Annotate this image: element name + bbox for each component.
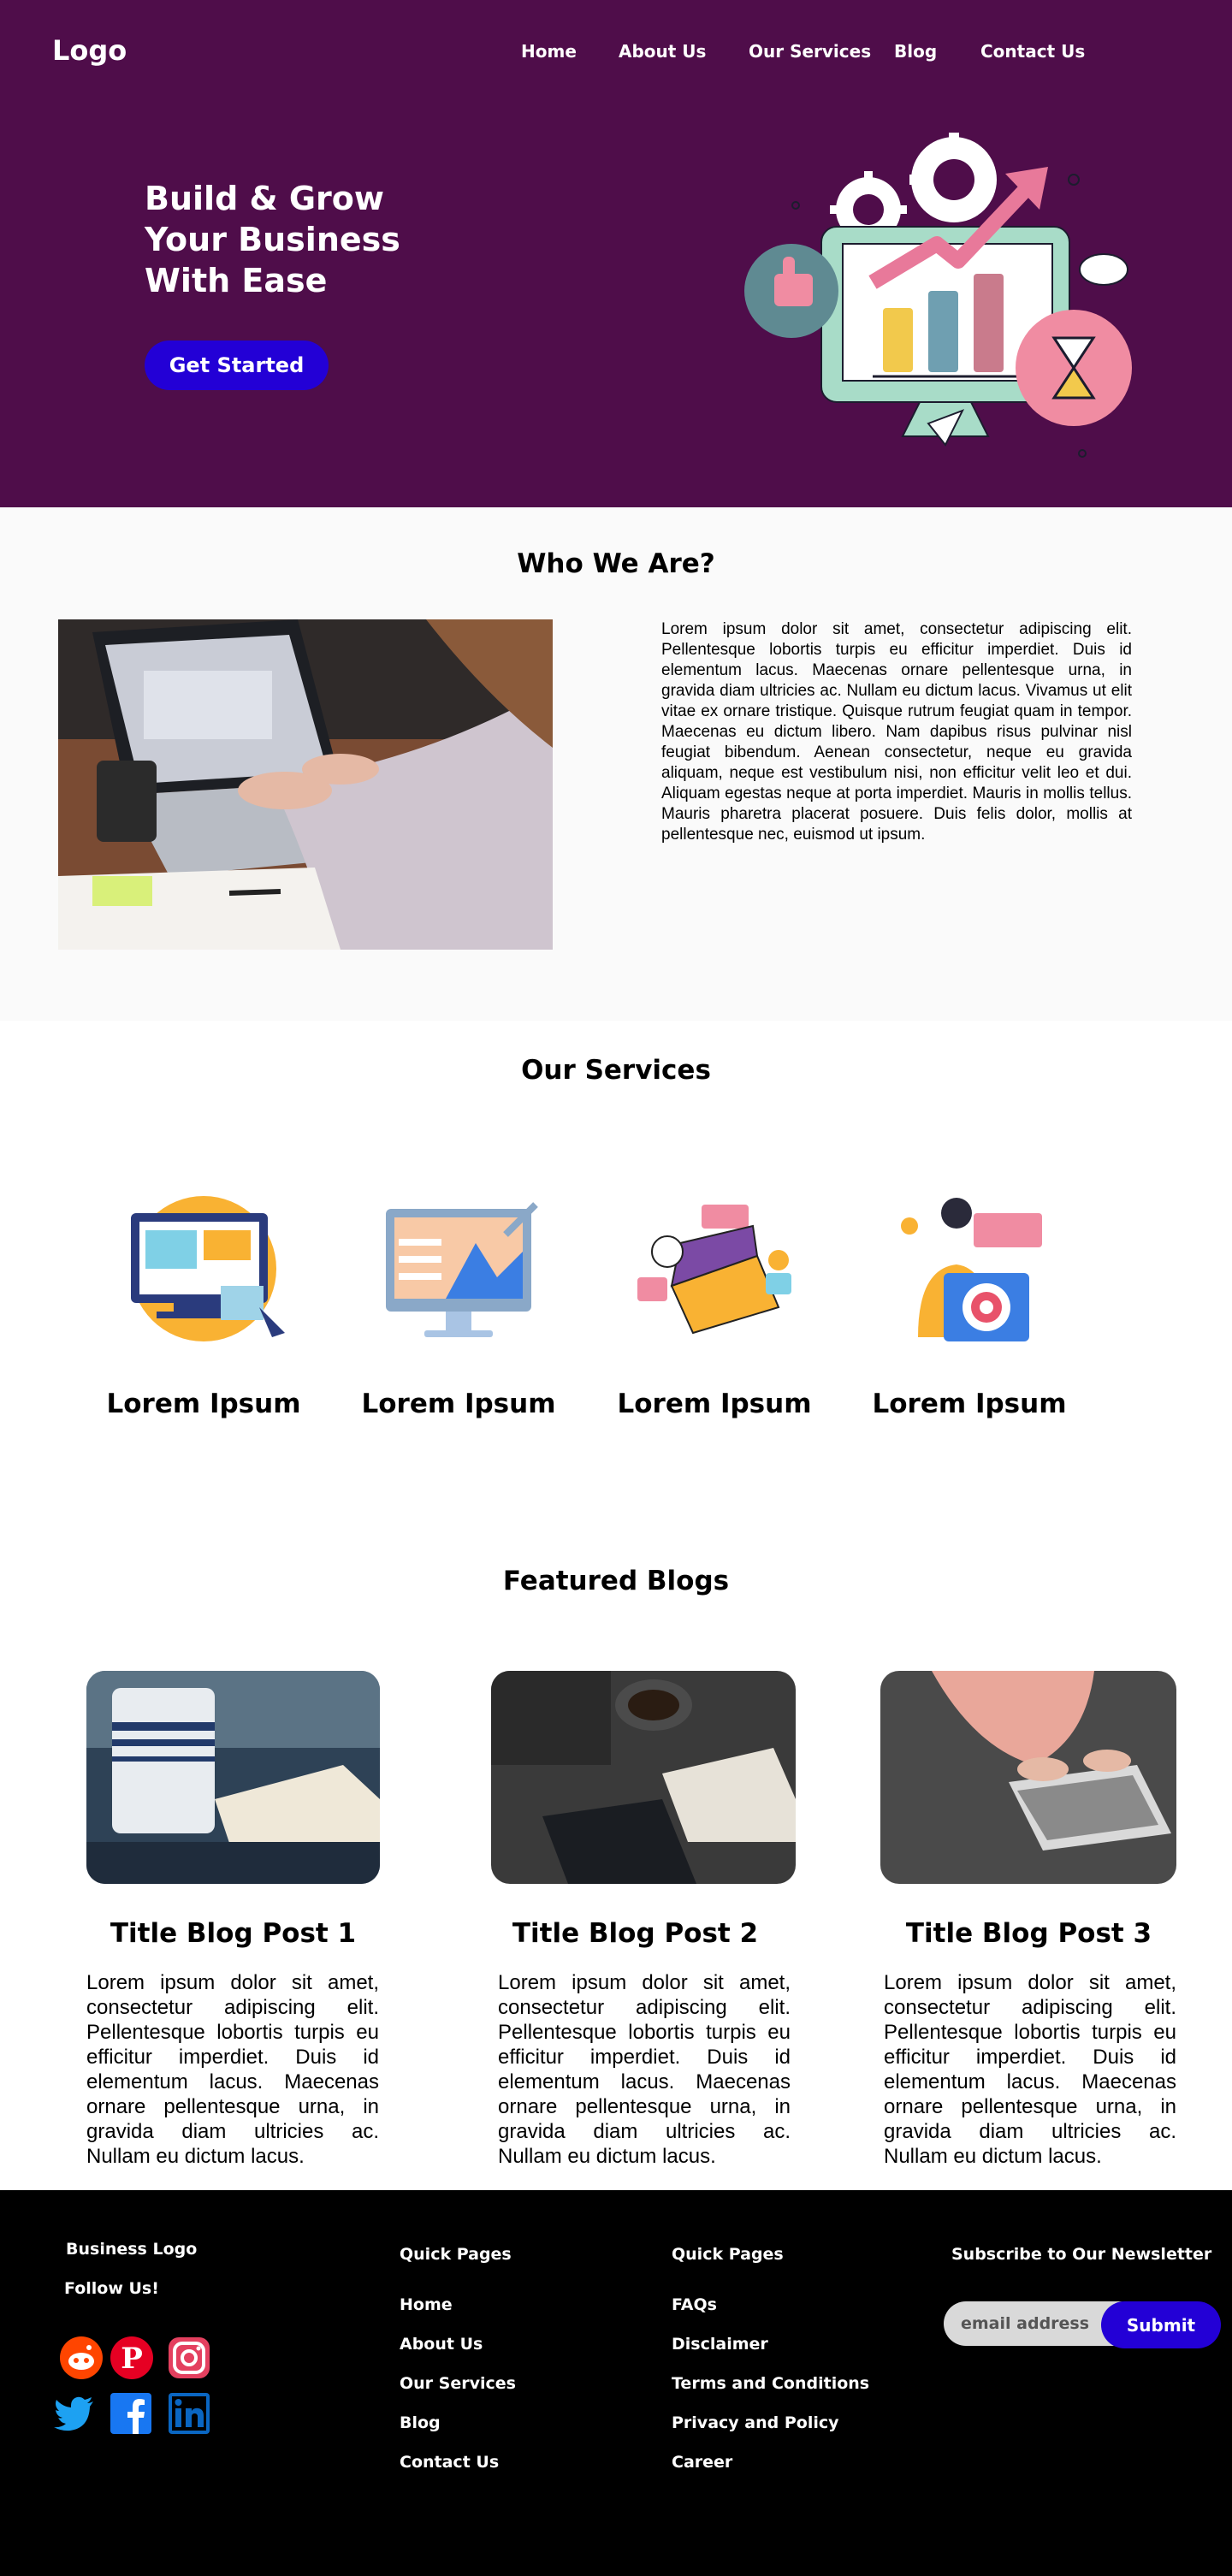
nav-contact[interactable]: Contact Us <box>980 41 1085 62</box>
nav-about[interactable]: About Us <box>619 41 706 62</box>
footer-link-contact[interactable]: Contact Us <box>400 2453 499 2472</box>
blog-title-3[interactable]: Title Blog Post 3 <box>881 1918 1176 1949</box>
footer-link-terms[interactable]: Terms and Conditions <box>672 2374 869 2393</box>
newsletter-submit-button[interactable]: Submit <box>1101 2301 1221 2348</box>
web-design-icon <box>131 1196 285 1341</box>
footer-link-services[interactable]: Our Services <box>400 2374 516 2393</box>
footer-link-home[interactable]: Home <box>400 2295 453 2314</box>
analytics-monitor-icon <box>386 1202 538 1337</box>
featured-blogs-section: Featured Blogs Title Blog Post 1 Title B… <box>0 1500 1232 2190</box>
service-label-2: Lorem Ipsum <box>361 1389 556 1419</box>
reddit-icon[interactable] <box>59 2336 104 2380</box>
blog-image-notebook-tablet[interactable] <box>491 1671 796 1884</box>
main-nav: Home About Us Our Services Blog Contact … <box>0 41 1232 62</box>
site-footer: Business Logo Follow Us! P Quick Pages H… <box>0 2190 1232 2576</box>
footer-link-about[interactable]: About Us <box>400 2335 483 2354</box>
nav-services[interactable]: Our Services <box>749 41 871 62</box>
business-growth-illustration <box>744 133 1132 458</box>
newsletter-title: Subscribe to Our Newsletter <box>951 2245 1212 2264</box>
blog-image-coffee-book[interactable] <box>86 1671 380 1884</box>
hero-section: Logo Home About Us Our Services Blog Con… <box>0 0 1232 507</box>
featured-blogs-title: Featured Blogs <box>502 1566 730 1596</box>
services-section: Our Services Lorem Ipsum Lorem Ipsum Lor… <box>0 1021 1232 1500</box>
hero-title: Build & Grow Your Business With Ease <box>145 180 400 299</box>
svg-text:P: P <box>121 2342 143 2376</box>
footer-link-faqs[interactable]: FAQs <box>672 2295 717 2314</box>
service-label-1: Lorem Ipsum <box>106 1389 301 1419</box>
who-we-are-title: Who We Are? <box>517 548 715 579</box>
footer-link-blog[interactable]: Blog <box>400 2413 441 2432</box>
who-we-are-text: Lorem ipsum dolor sit amet, consectetur … <box>661 620 1132 844</box>
nav-blog[interactable]: Blog <box>894 41 937 62</box>
nav-home[interactable]: Home <box>521 41 577 62</box>
laptop-work-photo <box>58 619 553 950</box>
marketing-laptop-icon <box>637 1205 791 1335</box>
blog-excerpt-3: Lorem ipsum dolor sit amet, consectetur … <box>884 1971 1176 2168</box>
service-label-3: Lorem Ipsum <box>617 1389 812 1419</box>
quick-pages-title-1: Quick Pages <box>400 2245 512 2264</box>
quick-pages-title-2: Quick Pages <box>672 2245 784 2264</box>
blog-title-2[interactable]: Title Blog Post 2 <box>488 1918 783 1949</box>
footer-link-disclaimer[interactable]: Disclaimer <box>672 2335 768 2354</box>
facebook-icon[interactable] <box>109 2391 153 2436</box>
linkedin-icon[interactable] <box>167 2391 211 2436</box>
pinterest-icon[interactable]: P <box>110 2336 154 2380</box>
who-we-are-section: Who We Are? Lorem ipsum dolor sit amet, … <box>0 507 1232 1021</box>
blog-image-laptop-typing[interactable] <box>880 1671 1176 1884</box>
follow-us-label: Follow Us! <box>64 2279 159 2298</box>
blog-excerpt-1: Lorem ipsum dolor sit amet, consectetur … <box>86 1971 379 2168</box>
footer-link-privacy[interactable]: Privacy and Policy <box>672 2413 839 2432</box>
instagram-icon[interactable] <box>167 2336 211 2380</box>
blog-excerpt-2: Lorem ipsum dolor sit amet, consectetur … <box>498 1971 791 2168</box>
twitter-icon[interactable] <box>52 2391 97 2436</box>
services-title: Our Services <box>521 1055 711 1086</box>
footer-link-career[interactable]: Career <box>672 2453 732 2472</box>
blog-title-1[interactable]: Title Blog Post 1 <box>86 1918 381 1949</box>
get-started-button[interactable]: Get Started <box>145 341 329 390</box>
footer-business-logo[interactable]: Business Logo <box>66 2240 197 2259</box>
service-label-4: Lorem Ipsum <box>872 1389 1067 1419</box>
business-target-icon <box>901 1198 1042 1341</box>
